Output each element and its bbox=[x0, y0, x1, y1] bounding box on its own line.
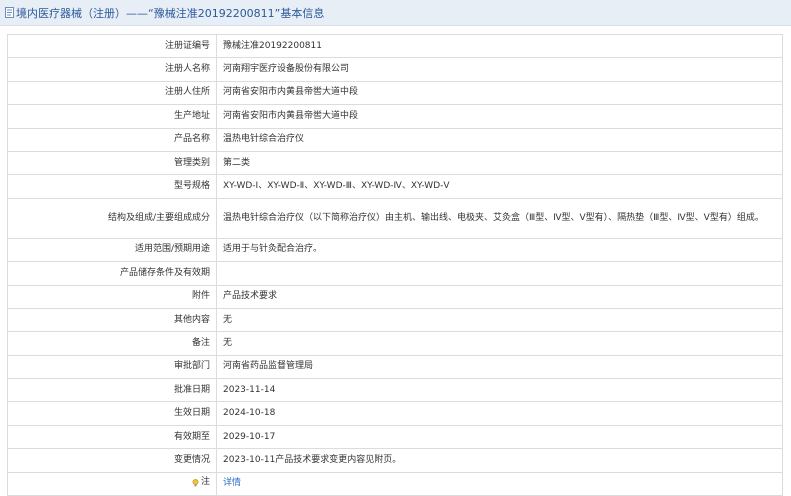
row-label: 附件 bbox=[7, 284, 217, 309]
row-label: 注册人名称 bbox=[7, 57, 217, 82]
row-label: 变更情况 bbox=[7, 448, 217, 473]
table-row: 审批部门 河南省药品监督管理局 bbox=[7, 354, 783, 380]
row-value: 2029-10-17 bbox=[216, 424, 783, 450]
note-label-cell: 注 bbox=[7, 471, 217, 496]
row-value: XY-WD-Ⅰ、XY-WD-Ⅱ、XY-WD-Ⅲ、XY-WD-Ⅳ、XY-WD-Ⅴ bbox=[216, 174, 783, 199]
table-row: 附件 产品技术要求 bbox=[7, 284, 783, 309]
table-row: 备注无 bbox=[7, 331, 783, 356]
table-row: 结构及组成/主要组成成分 温热电针综合治疗仪（以下简称治疗仪）由主机、输出线、电极… bbox=[7, 197, 783, 239]
row-value: 河南省安阳市内黄县帝喾大道中段 bbox=[216, 80, 783, 106]
row-value: 河南翔宇医疗设备股份有限公司 bbox=[216, 57, 783, 82]
row-label: 批准日期 bbox=[7, 378, 217, 403]
table-row: 注册人名称 河南翔宇医疗设备股份有限公司 bbox=[7, 57, 783, 82]
row-label: 产品名称 bbox=[7, 127, 217, 152]
table-row: 产品储存条件及有效期 bbox=[7, 261, 783, 286]
row-label: 型号规格 bbox=[7, 174, 217, 199]
row-value: 第二类 bbox=[216, 150, 783, 176]
table-row: 注册证编号 豫械注准20192200811 bbox=[7, 33, 783, 59]
detail-table: 注册证编号 豫械注准20192200811 注册人名称 河南翔宇医疗设备股份有限公司注… bbox=[7, 33, 783, 496]
row-value: 适用于与针灸配合治疗。 bbox=[216, 237, 783, 263]
page-title: 境内医疗器械（注册）——“豫械注准20192200811”基本信息 bbox=[16, 6, 325, 20]
row-label: 适用范围/预期用途 bbox=[7, 237, 217, 263]
row-value bbox=[216, 261, 783, 286]
row-label: 备注 bbox=[7, 331, 217, 356]
lightbulb-icon bbox=[192, 478, 199, 486]
table-row: 生产地址 河南省安阳市内黄县帝喾大道中段 bbox=[7, 104, 783, 129]
table-row: 注册人住所 河南省安阳市内黄县帝喾大道中段 bbox=[7, 80, 783, 106]
document-icon bbox=[5, 7, 14, 18]
row-value: 无 bbox=[216, 331, 783, 356]
row-label: 其他内容 bbox=[7, 307, 217, 333]
row-label: 管理类别 bbox=[7, 150, 217, 176]
row-value: 温热电针综合治疗仪 bbox=[216, 127, 783, 152]
table-row: 批准日期 2023-11-14 bbox=[7, 378, 783, 403]
row-label: 注册证编号 bbox=[7, 33, 217, 59]
note-value-cell: 详情 bbox=[216, 471, 783, 496]
row-value: 豫械注准20192200811 bbox=[216, 33, 783, 59]
table-row: 型号规格 XY-WD-Ⅰ、XY-WD-Ⅱ、XY-WD-Ⅲ、XY-WD-Ⅳ、XY-W… bbox=[7, 174, 783, 199]
row-label: 注册人住所 bbox=[7, 80, 217, 106]
table-row: 其他内容无 bbox=[7, 307, 783, 333]
table-row: 适用范围/预期用途 适用于与针灸配合治疗。 bbox=[7, 237, 783, 263]
table-row-note: 注 详情 bbox=[7, 471, 783, 496]
row-value: 2023-10-11产品技术要求变更内容见附页。 bbox=[216, 448, 783, 473]
table-row: 管理类别 第二类 bbox=[7, 150, 783, 176]
details-link[interactable]: 详情 bbox=[223, 478, 241, 488]
table-row: 变更情况 2023-10-11产品技术要求变更内容见附页。 bbox=[7, 448, 783, 473]
row-value: 河南省药品监督管理局 bbox=[216, 354, 783, 380]
row-value: 2023-11-14 bbox=[216, 378, 783, 403]
row-label: 结构及组成/主要组成成分 bbox=[7, 197, 217, 239]
row-value: 温热电针综合治疗仪（以下简称治疗仪）由主机、输出线、电极夹、艾灸盒（Ⅲ型、Ⅳ型、… bbox=[216, 197, 783, 239]
row-label: 审批部门 bbox=[7, 354, 217, 380]
table-row: 产品名称 温热电针综合治疗仪 bbox=[7, 127, 783, 152]
row-label: 产品储存条件及有效期 bbox=[7, 261, 217, 286]
row-value: 无 bbox=[216, 307, 783, 333]
table-row: 生效日期 2024-10-18 bbox=[7, 401, 783, 426]
row-value: 2024-10-18 bbox=[216, 401, 783, 426]
row-label: 生产地址 bbox=[7, 104, 217, 129]
page-header: 境内医疗器械（注册）——“豫械注准20192200811”基本信息 bbox=[0, 0, 791, 26]
note-label: 注 bbox=[200, 477, 210, 488]
row-label: 生效日期 bbox=[7, 401, 217, 426]
row-label: 有效期至 bbox=[7, 424, 217, 450]
row-value: 河南省安阳市内黄县帝喾大道中段 bbox=[216, 104, 783, 129]
table-row: 有效期至 2029-10-17 bbox=[7, 424, 783, 450]
row-value: 产品技术要求 bbox=[216, 284, 783, 309]
